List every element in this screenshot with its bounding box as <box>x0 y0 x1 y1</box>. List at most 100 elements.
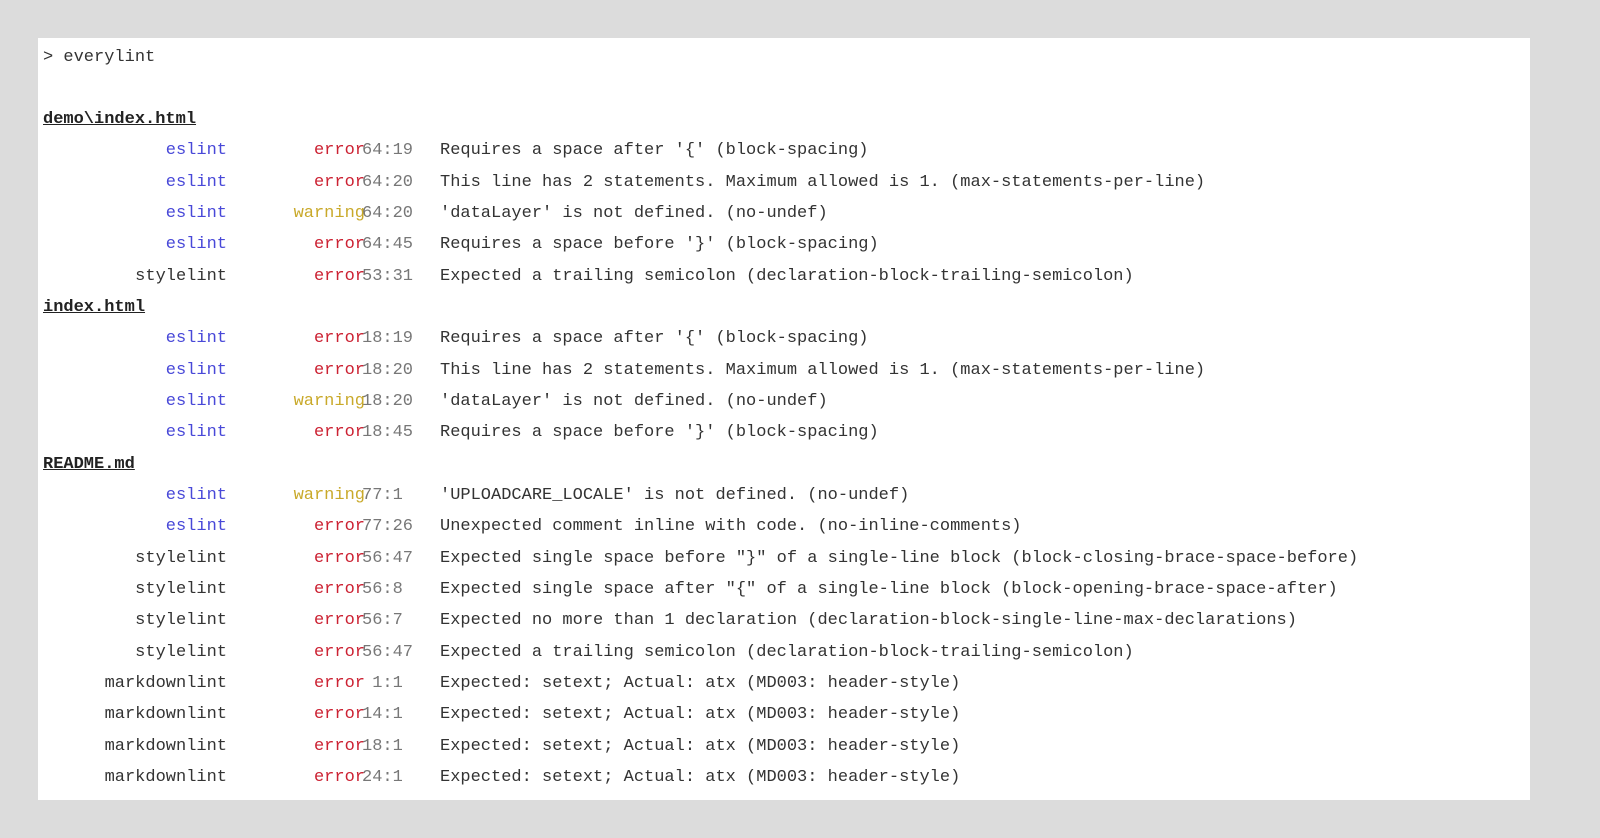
severity-label: error <box>313 172 365 192</box>
linter-name: eslint <box>165 235 227 255</box>
lint-message: Requires a space after '{' (block-spacin… <box>440 141 869 161</box>
lint-result-row: eslint warning 64:20 'dataLayer' is not def… <box>43 198 1523 229</box>
lint-result-row: stylelint error 56:47 Expected single space… <box>43 543 1523 574</box>
linter-name: markdownlint <box>104 767 227 787</box>
line-column-position: 18:45 <box>362 423 414 443</box>
severity-label: error <box>313 673 365 693</box>
line-column-position: 64:20 <box>362 172 414 192</box>
lint-result-row: stylelint error 53:31 Expected a trailing s… <box>43 261 1523 292</box>
linter-name: eslint <box>165 423 227 443</box>
severity-label: error <box>313 736 365 756</box>
lint-message: Expected: setext; Actual: atx (MD003: he… <box>440 673 961 693</box>
severity-label: error <box>313 611 365 631</box>
lint-result-row: markdownlint error 1:1 Expected: setext; Ac… <box>43 668 1523 699</box>
file-header: index.html <box>43 297 146 317</box>
terminal-output: > everylint demo\index.html eslint error 64… <box>38 38 1530 800</box>
severity-label: error <box>313 141 365 161</box>
severity-label: error <box>313 767 365 787</box>
lint-result-row: eslint error 64:19 Requires a space after '… <box>43 135 1523 166</box>
linter-name: stylelint <box>135 266 227 286</box>
lint-message: Requires a space before '}' (block-spaci… <box>440 235 879 255</box>
lint-result-row: markdownlint error 14:1 Expected: setext; A… <box>43 699 1523 730</box>
lint-result-row: eslint warning 77:1 'UPLOADCARE_LOCALE' is … <box>43 480 1523 511</box>
lint-message: Expected single space before "}" of a si… <box>440 548 1359 568</box>
lint-message: 'UPLOADCARE_LOCALE' is not defined. (no-… <box>440 485 910 505</box>
lint-message: Expected: setext; Actual: atx (MD003: he… <box>440 736 961 756</box>
severity-label: error <box>313 360 365 380</box>
line-column-position: 14:1 <box>362 705 403 725</box>
severity-label: error <box>313 329 365 349</box>
lint-result-row: eslint warning 18:20 'dataLayer' is not def… <box>43 386 1523 417</box>
lint-message: Expected: setext; Actual: atx (MD003: he… <box>440 705 961 725</box>
severity-label: error <box>313 266 365 286</box>
severity-label: warning <box>293 203 365 223</box>
severity-label: error <box>313 705 365 725</box>
lint-message: Requires a space before '}' (block-spaci… <box>440 423 879 443</box>
severity-label: warning <box>293 485 365 505</box>
linter-name: eslint <box>165 517 227 537</box>
line-column-position: 24:1 <box>362 767 403 787</box>
lint-result-row: eslint error 18:45 Requires a space before … <box>43 417 1523 448</box>
line-column-position: 18:20 <box>362 391 414 411</box>
linter-name: stylelint <box>135 579 227 599</box>
linter-name: eslint <box>165 485 227 505</box>
lint-result-row: markdownlint error 24:1 Expected: setext; A… <box>43 762 1523 793</box>
lint-message: This line has 2 statements. Maximum allo… <box>440 172 1206 192</box>
linter-name: stylelint <box>135 642 227 662</box>
linter-name: eslint <box>165 172 227 192</box>
line-column-position: 56:7 <box>362 611 403 631</box>
lint-message: 'dataLayer' is not defined. (no-undef) <box>440 203 828 223</box>
lint-result-row: stylelint error 56:47 Expected a trailing s… <box>43 637 1523 668</box>
line-column-position: 56:47 <box>362 642 414 662</box>
lint-result-row: stylelint error 56:7 Expected no more than … <box>43 605 1523 636</box>
lint-result-row: markdownlint error 18:1 Expected: setext; A… <box>43 731 1523 762</box>
linter-name: stylelint <box>135 548 227 568</box>
linter-name: eslint <box>165 141 227 161</box>
lint-message: This line has 2 statements. Maximum allo… <box>440 360 1206 380</box>
lint-message: Requires a space after '{' (block-spacin… <box>440 329 869 349</box>
linter-name: stylelint <box>135 611 227 631</box>
linter-name: eslint <box>165 203 227 223</box>
linter-name: eslint <box>165 329 227 349</box>
lint-message: Expected single space after "{" of a sin… <box>440 579 1338 599</box>
severity-label: error <box>313 579 365 599</box>
line-column-position: 18:20 <box>362 360 414 380</box>
severity-label: warning <box>293 391 365 411</box>
line-column-position: 56:8 <box>362 579 403 599</box>
line-column-position: 77:26 <box>362 517 414 537</box>
file-header: README.md <box>43 454 135 474</box>
linter-name: markdownlint <box>104 673 227 693</box>
lint-result-row: eslint error 18:19 Requires a space after '… <box>43 323 1523 354</box>
severity-label: error <box>313 642 365 662</box>
lint-message: Unexpected comment inline with code. (no… <box>440 517 1022 537</box>
lint-result-row: eslint error 77:26 Unexpected comment inlin… <box>43 511 1523 542</box>
line-column-position: 18:1 <box>362 736 403 756</box>
linter-name: eslint <box>165 360 227 380</box>
linter-name: eslint <box>165 391 227 411</box>
lint-result-row: eslint error 64:20 This line has 2 statemen… <box>43 167 1523 198</box>
severity-label: error <box>313 517 365 537</box>
linter-name: markdownlint <box>104 736 227 756</box>
severity-label: error <box>313 235 365 255</box>
lint-result-row: eslint error 18:20 This line has 2 statemen… <box>43 355 1523 386</box>
severity-label: error <box>313 548 365 568</box>
line-column-position: 1:1 <box>372 673 403 693</box>
file-header: demo\index.html <box>43 110 197 129</box>
line-column-position: 64:20 <box>362 203 414 223</box>
line-column-position: 64:19 <box>362 141 414 161</box>
command-line: > everylint <box>43 48 156 67</box>
lint-message: Expected: setext; Actual: atx (MD003: he… <box>440 767 961 787</box>
line-column-position: 53:31 <box>362 266 414 286</box>
line-column-position: 64:45 <box>362 235 414 255</box>
linter-name: markdownlint <box>104 705 227 725</box>
line-column-position: 56:47 <box>362 548 414 568</box>
line-column-position: 77:1 <box>362 485 403 505</box>
severity-label: error <box>313 423 365 443</box>
lint-result-row: eslint error 64:45 Requires a space before … <box>43 229 1523 260</box>
lint-message: Expected a trailing semicolon (declarati… <box>440 642 1134 662</box>
lint-message: Expected no more than 1 declaration (dec… <box>440 611 1297 631</box>
lint-message: Expected a trailing semicolon (declarati… <box>440 266 1134 286</box>
lint-message: 'dataLayer' is not defined. (no-undef) <box>440 391 828 411</box>
lint-result-row: stylelint error 56:8 Expected single space … <box>43 574 1523 605</box>
line-column-position: 18:19 <box>362 329 414 349</box>
